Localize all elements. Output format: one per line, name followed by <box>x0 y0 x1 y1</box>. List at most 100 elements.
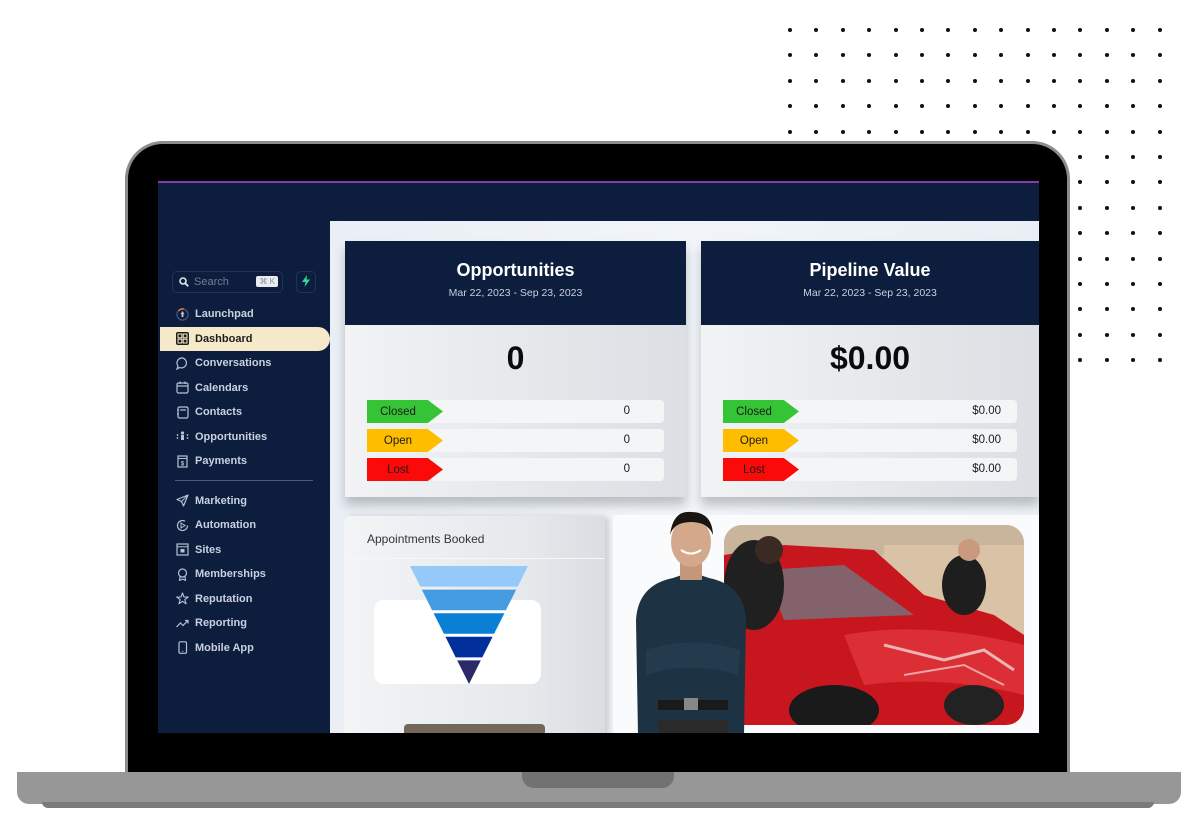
decor-dot <box>1104 129 1109 134</box>
appointments-booked-card[interactable]: Appointments Booked <box>344 516 605 733</box>
decor-dot <box>920 78 924 83</box>
sidebar-item-label: Memberships <box>195 568 266 581</box>
decor-dot <box>1078 231 1083 236</box>
laptop-base-shadow <box>42 802 1154 808</box>
decor-dot <box>920 104 924 109</box>
status-row-lost[interactable]: Lost $0.00 <box>723 458 1017 481</box>
search-placeholder: Search <box>194 276 229 288</box>
decor-dot <box>1078 332 1083 337</box>
decor-dot <box>1025 78 1030 83</box>
decor-dot <box>946 78 951 83</box>
decor-dot <box>1157 307 1162 312</box>
decor-dot <box>999 78 1004 83</box>
decor-dot <box>1078 78 1083 83</box>
decor-dot <box>1131 104 1136 109</box>
sidebar-item-reputation[interactable]: Reputation <box>158 587 330 612</box>
play-circle-icon <box>175 518 189 532</box>
decor-dot <box>1078 256 1083 261</box>
contact-book-icon <box>175 405 189 419</box>
decor-dot <box>1025 129 1030 134</box>
dashboard-grid-icon <box>175 332 189 346</box>
status-tag: Lost <box>723 458 799 481</box>
opportunities-card[interactable]: Opportunities Mar 22, 2023 - Sep 23, 202… <box>345 241 686 497</box>
decor-dot <box>867 129 872 134</box>
decor-dot <box>867 53 872 58</box>
decor-dot <box>946 28 951 32</box>
sidebar-item-automation[interactable]: Automation <box>158 513 330 538</box>
decor-dot <box>788 129 792 134</box>
decor-dot <box>1104 155 1109 159</box>
sidebar-item-mobile-app[interactable]: Mobile App <box>158 636 330 661</box>
sidebar-item-label: Conversations <box>195 357 272 370</box>
sidebar-item-opportunities[interactable]: Opportunities <box>158 425 330 450</box>
decor-dot <box>1157 180 1162 185</box>
decor-dot <box>1157 155 1162 159</box>
status-row-closed[interactable]: Closed $0.00 <box>723 400 1017 423</box>
decor-dot <box>1157 53 1162 58</box>
status-row-open[interactable]: Open $0.00 <box>723 429 1017 452</box>
decor-dot <box>1104 231 1109 236</box>
decor-dot <box>1078 104 1083 109</box>
decor-dot <box>972 129 977 134</box>
sidebar-item-memberships[interactable]: Memberships <box>158 562 330 587</box>
sidebar-item-reporting[interactable]: Reporting <box>158 611 330 636</box>
status-row-lost[interactable]: Lost 0 <box>367 458 664 481</box>
sidebar: Search ⌘ K Launchpad Dashboard Conversat… <box>158 183 330 733</box>
search-icon <box>179 277 189 287</box>
sidebar-divider <box>175 479 313 481</box>
decor-dot <box>814 28 819 32</box>
status-row-closed[interactable]: Closed 0 <box>367 400 664 423</box>
decor-dot <box>1104 358 1109 363</box>
funnel-segment <box>410 566 528 587</box>
sidebar-item-sites[interactable]: Sites <box>158 538 330 563</box>
decor-dot <box>1078 28 1083 32</box>
decor-dot <box>920 28 924 32</box>
decor-dot <box>1157 78 1162 83</box>
funnel-segment <box>421 589 517 611</box>
sidebar-item-marketing[interactable]: Marketing <box>158 489 330 514</box>
decor-dot <box>788 78 792 83</box>
decor-dot <box>920 129 924 134</box>
receipt-icon: $ <box>175 454 189 468</box>
decor-dot <box>893 129 898 134</box>
sidebar-item-conversations[interactable]: Conversations <box>158 351 330 376</box>
decor-dot <box>999 129 1004 134</box>
sidebar-item-launchpad[interactable]: Launchpad <box>158 302 330 327</box>
status-row-open[interactable]: Open 0 <box>367 429 664 452</box>
status-value: 0 <box>623 434 630 446</box>
sidebar-item-dashboard[interactable]: Dashboard <box>160 326 330 351</box>
decor-dot <box>788 53 792 58</box>
decor-dot <box>1157 129 1162 134</box>
date-range: Mar 22, 2023 - Sep 23, 2023 <box>803 287 937 299</box>
decor-dot <box>1078 282 1083 286</box>
award-icon <box>175 567 189 581</box>
app-screen: Search ⌘ K Launchpad Dashboard Conversat… <box>158 181 1039 733</box>
decor-dot <box>1131 180 1136 185</box>
decor-dot <box>1131 205 1136 210</box>
pipeline-value-card[interactable]: Pipeline Value Mar 22, 2023 - Sep 23, 20… <box>701 241 1039 497</box>
sidebar-item-label: Calendars <box>195 381 249 394</box>
card-action-button[interactable] <box>404 724 545 733</box>
sidebar-item-label: Marketing <box>195 494 247 507</box>
sidebar-item-contacts[interactable]: Contacts <box>158 400 330 425</box>
decor-dot <box>1131 307 1136 312</box>
status-value: $0.00 <box>972 405 1001 417</box>
card-title: Appointments Booked <box>367 532 485 546</box>
decor-dot <box>867 78 872 83</box>
pipeline-total: $0.00 <box>829 340 911 376</box>
promo-image-panel <box>613 511 1039 733</box>
send-icon <box>175 494 189 508</box>
card-title: Opportunities <box>456 260 575 280</box>
sidebar-item-payments[interactable]: $ Payments <box>158 449 330 474</box>
sidebar-item-label: Reputation <box>195 592 253 605</box>
decor-dot <box>1078 129 1083 134</box>
sidebar-item-label: Dashboard <box>195 332 253 345</box>
sidebar-item-calendars[interactable]: Calendars <box>158 376 330 401</box>
decor-dot <box>1052 53 1056 58</box>
quick-action-button[interactable] <box>296 271 316 293</box>
shortcut-badge: ⌘ K <box>256 276 278 287</box>
decor-dot <box>893 78 898 83</box>
decor-dot <box>1025 53 1030 58</box>
search-input[interactable]: Search ⌘ K <box>172 271 283 293</box>
decor-dot <box>1131 282 1136 286</box>
